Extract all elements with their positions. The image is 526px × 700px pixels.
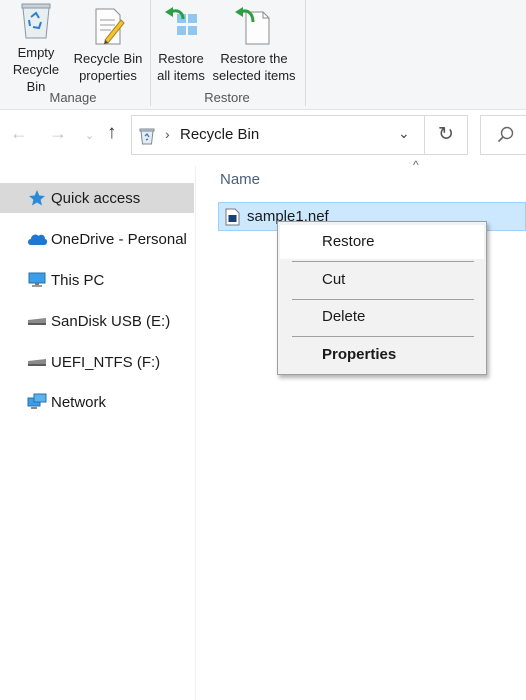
sidebar-item-label: UEFI_NTFS (F:) bbox=[51, 353, 161, 371]
sidebar-item-label: OneDrive - Personal bbox=[51, 230, 187, 248]
restore-selected-label-1: Restore the bbox=[220, 51, 288, 66]
search-icon bbox=[497, 126, 515, 149]
up-arrow-icon[interactable]: ↑ bbox=[107, 122, 117, 144]
drive-icon bbox=[26, 315, 48, 327]
address-dropdown-icon[interactable]: ⌄ bbox=[398, 125, 410, 142]
ribbon: EmptyRecycle Bin Recycle Bin properties bbox=[0, 0, 526, 110]
cloud-icon bbox=[26, 232, 48, 246]
group-label-restore: Restore bbox=[204, 90, 250, 105]
menu-item-restore[interactable]: Restore bbox=[280, 225, 484, 259]
group-label-manage: Manage bbox=[49, 90, 97, 105]
forward-arrow-icon[interactable]: → bbox=[49, 123, 67, 144]
restore-selected-icon bbox=[234, 0, 274, 46]
properties-label-2: properties bbox=[79, 68, 137, 83]
sidebar-item-label: Network bbox=[51, 393, 107, 411]
drive-icon bbox=[26, 356, 48, 368]
sidebar-item-sandisk[interactable]: SanDisk USB (E:) bbox=[0, 306, 194, 336]
image-file-icon bbox=[225, 208, 240, 226]
navigation-pane: Quick access OneDrive - Personal This PC… bbox=[0, 166, 196, 700]
sidebar-item-onedrive[interactable]: OneDrive - Personal bbox=[0, 224, 194, 254]
address-bar[interactable]: › Recycle Bin ⌄ bbox=[131, 115, 425, 155]
sort-ascending-icon: ^ bbox=[413, 158, 419, 172]
menu-item-properties[interactable]: Properties bbox=[280, 338, 484, 372]
restore-all-label-1: Restore bbox=[158, 51, 204, 66]
menu-separator bbox=[292, 261, 474, 262]
recycle-bin-properties-button[interactable]: Recycle Bin properties bbox=[73, 0, 143, 84]
restore-all-label-2: all items bbox=[157, 68, 205, 83]
column-header-name[interactable]: Name bbox=[220, 171, 260, 188]
menu-item-delete[interactable]: Delete bbox=[280, 300, 484, 334]
breadcrumb-chevron-icon: › bbox=[165, 126, 170, 142]
menu-separator bbox=[292, 336, 474, 337]
restore-selected-label-2: selected items bbox=[212, 68, 296, 83]
properties-icon bbox=[91, 0, 125, 46]
back-arrow-icon[interactable]: ← bbox=[10, 123, 28, 144]
sidebar-item-quick-access[interactable]: Quick access bbox=[0, 183, 194, 213]
sidebar-item-label: SanDisk USB (E:) bbox=[51, 312, 171, 330]
empty-recycle-bin-button[interactable]: Empty Recycle Bin bbox=[4, 0, 68, 94]
sidebar-item-label: Quick access bbox=[51, 189, 141, 207]
sidebar-item-uefi-ntfs[interactable]: UEFI_NTFS (F:) bbox=[0, 347, 194, 377]
restore-all-icon bbox=[163, 0, 199, 46]
menu-item-cut[interactable]: Cut bbox=[280, 263, 484, 297]
properties-label-1: Recycle Bin bbox=[73, 51, 143, 66]
sidebar-item-this-pc[interactable]: This PC bbox=[0, 265, 194, 295]
network-icon bbox=[26, 393, 48, 411]
sidebar-item-label: This PC bbox=[51, 271, 105, 289]
sidebar-item-network[interactable]: Network bbox=[0, 387, 194, 417]
search-box[interactable] bbox=[480, 115, 526, 155]
empty-recycle-bin-icon bbox=[19, 0, 53, 40]
context-menu: Restore Cut Delete Properties bbox=[277, 221, 487, 375]
computer-icon bbox=[26, 272, 48, 288]
empty-recycle-bin-label-1: Empty bbox=[17, 45, 55, 60]
breadcrumb-location[interactable]: Recycle Bin bbox=[180, 126, 259, 143]
refresh-icon[interactable]: ↻ bbox=[425, 115, 468, 155]
restore-all-items-button[interactable]: Restore all items bbox=[155, 0, 207, 84]
group-separator bbox=[305, 0, 306, 106]
restore-selected-items-button[interactable]: Restore the selected items bbox=[210, 0, 298, 84]
star-icon bbox=[26, 189, 48, 207]
chevron-down-icon[interactable]: ⌄ bbox=[85, 129, 94, 142]
recycle-bin-small-icon bbox=[139, 127, 155, 150]
